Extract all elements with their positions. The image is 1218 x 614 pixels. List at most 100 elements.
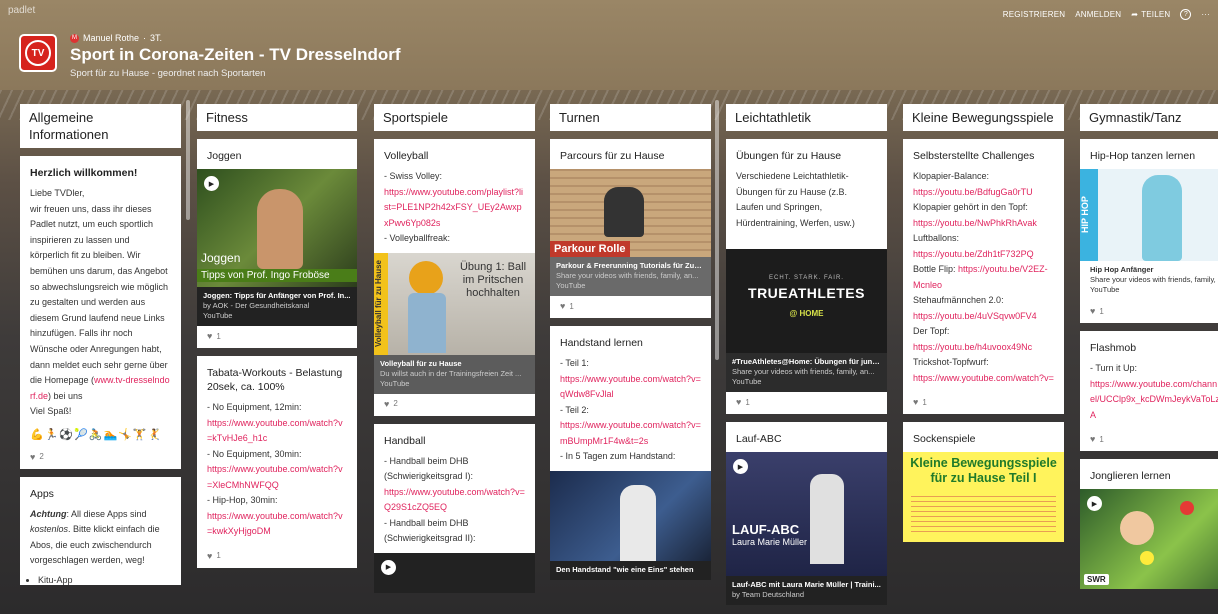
column-header[interactable]: Gymnastik/Tanz xyxy=(1080,104,1218,131)
youtube-link[interactable]: https://www.youtube.com/watch?v=XleCMhNW… xyxy=(207,464,343,490)
post-card-welcome[interactable]: Herzlich willkommen! Liebe TVDler, wir f… xyxy=(20,156,181,469)
login-link[interactable]: ANMELDEN xyxy=(1075,10,1121,19)
column-header[interactable]: Fitness xyxy=(197,104,357,131)
runner-figure xyxy=(257,189,303,269)
athlete-figure xyxy=(604,187,644,237)
heart-icon[interactable]: ♥ xyxy=(736,397,741,407)
video-thumbnail[interactable]: Kleine Bewegungsspiele für zu Hause Teil… xyxy=(903,452,1064,542)
youtube-link[interactable]: https://www.youtube.com/watch?v=kTvHJe6_… xyxy=(207,418,343,444)
play-icon[interactable]: ▶ xyxy=(1087,496,1102,511)
video-title: #TrueAthletes@Home: Übungen für jung... xyxy=(732,357,881,366)
video-title: Lauf-ABC mit Laura Marie Müller | Traini… xyxy=(732,580,881,589)
video-thumbnail[interactable] xyxy=(550,470,711,561)
post-card-hiphop[interactable]: Hip-Hop tanzen lernen HIP HOP Hip Hop An… xyxy=(1080,139,1218,323)
video-thumbnail[interactable]: Parkour Rolle xyxy=(550,169,711,257)
heart-icon[interactable]: ♥ xyxy=(207,331,212,341)
thumbnail-title: Kleine Bewegungsspiele xyxy=(910,456,1057,470)
video-thumbnail[interactable]: ▶ SWR xyxy=(1080,489,1218,589)
post-card-lauf-abc[interactable]: Lauf-ABC ▶ LAUF-ABC Laura Marie Müller L… xyxy=(726,422,887,605)
post-footer: ♥ 2 xyxy=(374,394,535,416)
heart-icon[interactable]: ♥ xyxy=(560,301,565,311)
heart-icon[interactable]: ♥ xyxy=(913,397,918,407)
heart-icon[interactable]: ♥ xyxy=(30,452,35,462)
youtube-link[interactable]: https://www.youtube.com/watch?v=mBUmpMr1… xyxy=(560,420,701,446)
post-footer: ♥ 2 xyxy=(20,447,181,469)
more-icon[interactable]: ··· xyxy=(1201,10,1210,19)
youtube-link[interactable]: https://youtu.be/h4uvoox49Nc xyxy=(913,342,1032,352)
column-scrollbar[interactable] xyxy=(186,100,190,220)
text-line: Klopapier-Balance: xyxy=(913,171,990,181)
youtube-link[interactable]: https://youtu.be/BdfugGa0rTU xyxy=(913,187,1033,197)
share-button[interactable]: ➦ TEILEN xyxy=(1131,10,1170,19)
player-figure xyxy=(408,292,446,353)
column-allgemeine-informationen: Allgemeine Informationen Herzlich willko… xyxy=(20,104,181,593)
post-card-uebungen[interactable]: Übungen für zu Hause Verschiedene Leicht… xyxy=(726,139,887,414)
post-title: Sockenspiele xyxy=(913,433,976,445)
column-header[interactable]: Leichtathletik xyxy=(726,104,887,131)
column-header[interactable]: Turnen xyxy=(550,104,711,131)
column-header[interactable]: Allgemeine Informationen xyxy=(20,104,181,148)
video-title: Den Handstand "wie eine Eins" stehen xyxy=(556,564,694,574)
column-header[interactable]: Sportspiele xyxy=(374,104,535,131)
post-body: - Handball beim DHB (Schwierigkeitsgrad … xyxy=(374,454,535,553)
thumbnail-text-block xyxy=(911,492,1056,532)
play-icon[interactable]: ▶ xyxy=(204,176,219,191)
post-card-apps[interactable]: Apps Achtung: All diese Apps sind kosten… xyxy=(20,476,181,585)
youtube-link[interactable]: https://youtu.be/Zdh1tF732PQ xyxy=(913,249,1034,259)
heart-icon[interactable]: ♥ xyxy=(384,399,389,409)
text-line: Viel Spaß! xyxy=(30,406,72,417)
youtube-link[interactable]: https://www.youtube.com/watch?v=kwkXyHjg… xyxy=(207,511,343,537)
post-card-tabata[interactable]: Tabata-Workouts - Belastung 20sek, ca. 1… xyxy=(197,356,357,568)
post-footer: ♥ 1 xyxy=(197,546,357,568)
video-thumbnail[interactable]: HIP HOP xyxy=(1080,169,1218,261)
video-title: Parkour & Freerunning Tutorials für Zuh.… xyxy=(556,261,705,270)
youtube-link[interactable]: https://www.youtube.com/channel/UCClp9x_… xyxy=(1090,379,1218,420)
post-body: - No Equipment, 12min: https://www.youtu… xyxy=(197,400,357,546)
post-card-challenges[interactable]: Selbsterstellte Challenges Klopapier-Bal… xyxy=(903,139,1064,414)
text-line: Liebe TVDler, xyxy=(30,188,85,198)
heart-icon[interactable]: ♥ xyxy=(1090,434,1095,444)
video-title: Volleyball für zu Hause xyxy=(380,358,462,368)
text-line: - Handball beim DHB (Schwierigkeitsgrad … xyxy=(384,455,474,482)
heart-icon[interactable]: ♥ xyxy=(207,551,212,561)
video-thumbnail[interactable]: ECHT. STARK. FAIR. TRUEATHLETES @ HOME xyxy=(726,249,887,353)
column-header[interactable]: Kleine Bewegungsspiele xyxy=(903,104,1064,131)
post-card-flashmob[interactable]: Flashmob - Turn it Up: https://www.youtu… xyxy=(1080,331,1218,451)
youtube-link[interactable]: https://youtu.be/NwPhkRhAvak xyxy=(913,218,1037,228)
youtube-link[interactable]: https://www.youtube.com/playlist?list=PL… xyxy=(384,187,523,228)
text-emphasis: Achtung xyxy=(30,508,67,519)
post-card-joggen[interactable]: Joggen ▶ Joggen Tipps von Prof. Ingo Fro… xyxy=(197,139,357,348)
youtube-link[interactable]: https://www.youtube.com/watch?v=Q29S1cZQ… xyxy=(384,487,525,513)
author-avatar: M xyxy=(70,33,79,43)
column-scrollbar[interactable] xyxy=(715,100,719,360)
video-thumbnail[interactable]: Volleyball für zu Hause Übung 1: Ball im… xyxy=(374,252,535,355)
post-card-parcours[interactable]: Parcours für zu Hause Parkour Rolle Park… xyxy=(550,139,711,318)
like-count: 1 xyxy=(216,331,221,341)
video-thumbnail[interactable]: ▶ Joggen Tipps von Prof. Ingo Froböse xyxy=(197,169,357,287)
heart-icon[interactable]: ♥ xyxy=(1090,306,1095,316)
youtube-link[interactable]: https://www.youtube.com/watch?v=F5A7uNq9… xyxy=(913,371,1054,387)
like-count: 2 xyxy=(39,452,44,462)
video-title: Hip Hop Anfänger xyxy=(1090,265,1154,274)
share-label: TEILEN xyxy=(1141,10,1171,19)
thumbnail-side-label: HIP HOP xyxy=(1080,169,1098,261)
juggling-ball xyxy=(1140,551,1154,565)
post-card-sockenspiele[interactable]: Sockenspiele Kleine Bewegungsspiele für … xyxy=(903,422,1064,542)
post-card-handball[interactable]: Handball - Handball beim DHB (Schwierigk… xyxy=(374,423,535,593)
help-icon[interactable]: ? xyxy=(1180,9,1192,20)
athlete-figure xyxy=(620,484,656,561)
post-card-handstand[interactable]: Handstand lernen - Teil 1: https://www.y… xyxy=(550,326,711,580)
play-icon[interactable]: ▶ xyxy=(381,559,396,575)
youtube-link[interactable]: https://youtu.be/4uVSqvw0FV4 xyxy=(913,311,1037,321)
register-link[interactable]: REGISTRIEREN xyxy=(1003,10,1065,19)
post-card-jonglieren[interactable]: Jonglieren lernen ▶ SWR xyxy=(1080,459,1218,589)
post-card-volleyball[interactable]: Volleyball - Swiss Volley: https://www.y… xyxy=(374,139,535,416)
like-count: 1 xyxy=(745,397,750,407)
youtube-link[interactable]: https://www.youtube.com/watch?v=qWdw8FvJ… xyxy=(560,374,701,400)
author-separator: · xyxy=(143,33,147,43)
video-thumbnail[interactable]: ▶ xyxy=(374,552,535,593)
play-icon[interactable]: ▶ xyxy=(733,459,748,474)
video-thumbnail[interactable]: ▶ LAUF-ABC Laura Marie Müller xyxy=(726,452,887,576)
text-line: Trickshot-Topfwurf: xyxy=(913,357,989,367)
padlet-brand[interactable]: padlet xyxy=(8,5,35,16)
